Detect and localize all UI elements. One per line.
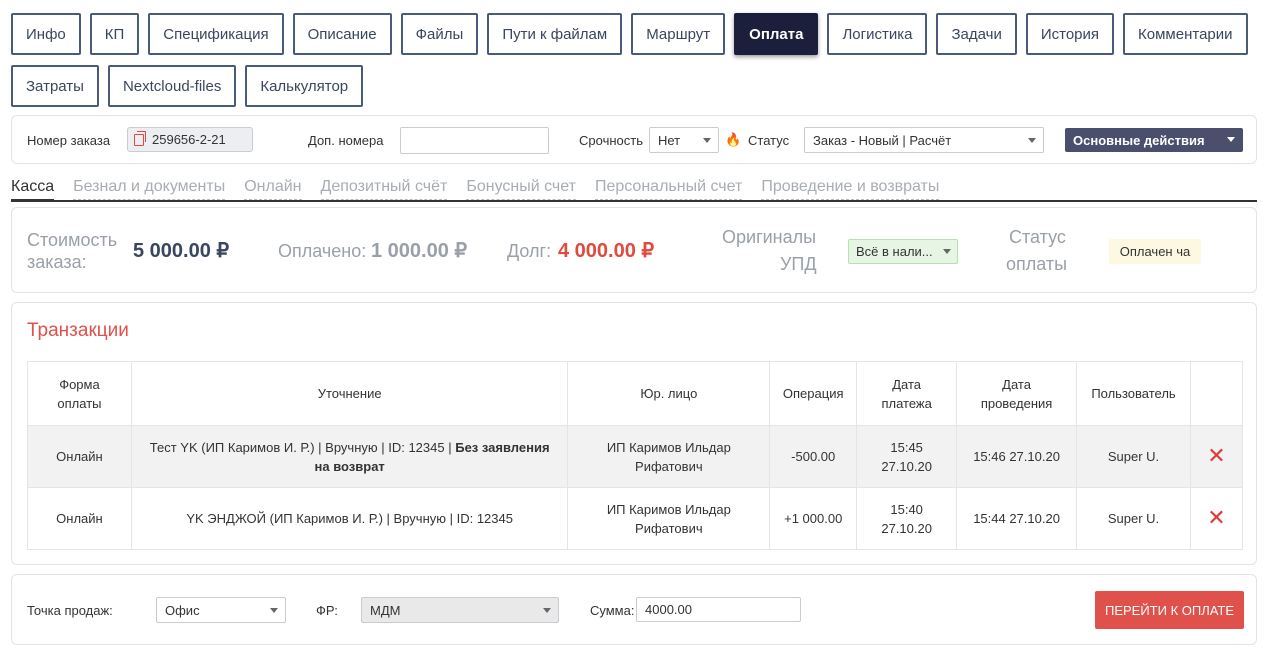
- urgency-select[interactable]: Нет: [649, 127, 719, 153]
- sum-label: Сумма:: [590, 603, 635, 618]
- subtab-divider: [11, 200, 1257, 202]
- tab-history[interactable]: История: [1025, 13, 1115, 55]
- fr-select[interactable]: МДМ: [361, 597, 559, 623]
- tab-file-paths[interactable]: Пути к файлам: [487, 13, 623, 55]
- subtab-deposit[interactable]: Депозитный счёт: [320, 176, 448, 200]
- cell-clarification: YK ЭНДЖОЙ (ИП Каримов И. Р.) | Вручную |…: [130, 487, 569, 550]
- status-label: Статус: [748, 133, 790, 148]
- paid-label: Оплачено:: [278, 241, 367, 261]
- subtab-refunds[interactable]: Проведение и возвраты: [761, 176, 940, 200]
- cell-posting-date: 15:44 27.10.20: [956, 487, 1078, 550]
- subtab-online[interactable]: Онлайн: [244, 176, 302, 200]
- upd-originals-select[interactable]: Всё в нали...: [848, 239, 958, 264]
- tab-tasks[interactable]: Задачи: [936, 13, 1017, 55]
- payment-status-badge: Оплачен ча: [1109, 239, 1201, 264]
- cell-payment-form: Онлайн: [27, 425, 132, 488]
- status-select[interactable]: Заказ - Новый | Расчёт: [804, 127, 1044, 153]
- col-header-payment-date: Дата платежа: [856, 361, 958, 426]
- order-number-label: Номер заказа: [27, 133, 111, 148]
- col-header-clarification: Уточнение: [130, 361, 569, 426]
- order-cost-label-1: Стоимость: [27, 230, 118, 250]
- order-cost-label-2: заказа:: [27, 252, 87, 272]
- tab-files[interactable]: Файлы: [400, 13, 479, 55]
- tab-calculator[interactable]: Калькулятор: [245, 65, 364, 107]
- cell-user: Super U.: [1076, 425, 1191, 488]
- paid-value: 1 000.00 ₽: [371, 240, 468, 262]
- transactions-card: Транзакции Форма оплаты Уточнение Юр. лиц…: [11, 302, 1257, 565]
- cell-posting-date: 15:46 27.10.20: [956, 425, 1078, 488]
- cell-payment-form: Онлайн: [27, 487, 132, 550]
- cell-payment-date: 15:45 27.10.20: [856, 425, 958, 488]
- transactions-table: Форма оплаты Уточнение Юр. лицо Операция …: [27, 361, 1244, 550]
- tab-route[interactable]: Маршрут: [631, 13, 726, 55]
- main-actions-button[interactable]: Основные действия: [1065, 128, 1243, 152]
- payment-subtabs: Касса Безнал и документы Онлайн Депозитн…: [11, 176, 1257, 200]
- order-cost-value: 5 000.00 ₽: [133, 240, 230, 262]
- cell-operation: -500.00: [769, 425, 858, 488]
- transactions-title: Транзакции: [27, 320, 129, 341]
- extra-numbers-input[interactable]: [400, 127, 549, 154]
- table-row: Онлайн Тест YK (ИП Каримов И. Р.) | Вруч…: [27, 425, 1244, 488]
- extra-numbers-label: Доп. номера: [308, 133, 384, 148]
- col-header-user: Пользователь: [1076, 361, 1191, 426]
- sum-input[interactable]: 4000.00: [636, 597, 801, 622]
- cell-operation: +1 000.00: [769, 487, 858, 550]
- col-header-actions: [1189, 361, 1244, 426]
- flame-icon[interactable]: 🔥: [725, 133, 741, 147]
- fr-label: ФР:: [316, 603, 338, 618]
- payment-form: Точка продаж: Офис ФР: МДМ Сумма: 4000.0…: [11, 574, 1257, 645]
- payment-status-label-1: Статус: [1009, 227, 1066, 247]
- sale-point-select[interactable]: Офис: [156, 597, 286, 623]
- sale-point-label: Точка продаж:: [27, 603, 113, 618]
- table-row: Онлайн YK ЭНДЖОЙ (ИП Каримов И. Р.) | Вр…: [27, 487, 1244, 550]
- cell-payment-date: 15:40 27.10.20: [856, 487, 958, 550]
- subtab-personal[interactable]: Персональный счет: [594, 176, 743, 200]
- tab-specification[interactable]: Спецификация: [148, 13, 284, 55]
- urgency-label: Срочность: [579, 133, 643, 148]
- tab-kp[interactable]: КП: [89, 13, 140, 55]
- delete-icon[interactable]: ✕: [1207, 505, 1225, 530]
- subtab-bonus[interactable]: Бонусный счет: [466, 176, 576, 200]
- debt-value: 4 000.00 ₽: [558, 240, 655, 262]
- tab-info[interactable]: Инфо: [11, 13, 81, 55]
- debt-label: Долг:: [507, 241, 552, 261]
- cell-actions: ✕: [1189, 425, 1244, 488]
- cell-legal-entity: ИП Каримов Ильдар Рифатович: [567, 425, 771, 488]
- tab-comments[interactable]: Комментарии: [1123, 13, 1248, 55]
- col-header-operation: Операция: [769, 361, 858, 426]
- upd-label-2: УПД: [780, 254, 817, 274]
- go-to-payment-button[interactable]: ПЕРЕЙТИ К ОПЛАТЕ: [1095, 591, 1244, 629]
- order-bar: Номер заказа 259656-2-21 Доп. номера Сро…: [11, 115, 1257, 164]
- order-number-field[interactable]: 259656-2-21: [127, 127, 253, 152]
- subtab-cash[interactable]: Касса: [11, 176, 55, 200]
- upd-label-1: Оригиналы: [722, 227, 817, 247]
- col-header-posting-date: Дата проведения: [956, 361, 1078, 426]
- cell-clarification: Тест YK (ИП Каримов И. Р.) | Вручную | I…: [130, 425, 569, 488]
- cell-legal-entity: ИП Каримов Ильдар Рифатович: [567, 487, 771, 550]
- copy-icon[interactable]: [134, 130, 146, 146]
- tab-payment[interactable]: Оплата: [734, 13, 819, 55]
- col-header-payment-form: Форма оплаты: [27, 361, 132, 426]
- order-number-value: 259656-2-21: [152, 132, 226, 147]
- subtab-cashless[interactable]: Безнал и документы: [73, 176, 226, 200]
- tab-logistics[interactable]: Логистика: [827, 13, 928, 55]
- delete-icon[interactable]: ✕: [1207, 443, 1225, 468]
- tab-bar: Инфо КП Спецификация Описание Файлы Пути…: [11, 13, 1271, 117]
- col-header-legal-entity: Юр. лицо: [567, 361, 771, 426]
- cell-actions: ✕: [1189, 487, 1244, 550]
- tab-description[interactable]: Описание: [292, 13, 392, 55]
- tab-nextcloud-files[interactable]: Nextcloud-files: [107, 65, 237, 107]
- payment-summary: Стоимость заказа: 5 000.00 ₽ Оплачено: 1…: [11, 207, 1257, 293]
- payment-status-label-2: оплаты: [1006, 254, 1068, 274]
- cell-user: Super U.: [1076, 487, 1191, 550]
- tab-costs[interactable]: Затраты: [11, 65, 99, 107]
